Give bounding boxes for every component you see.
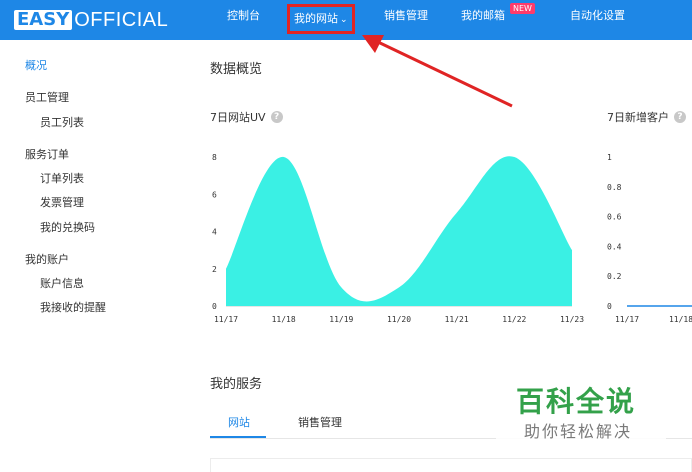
watermark-logo-text: 百科全说 (516, 385, 637, 418)
annotation-arrow-shaft (377, 40, 513, 108)
watermark-tagline: 助你轻松解决 (524, 422, 633, 441)
